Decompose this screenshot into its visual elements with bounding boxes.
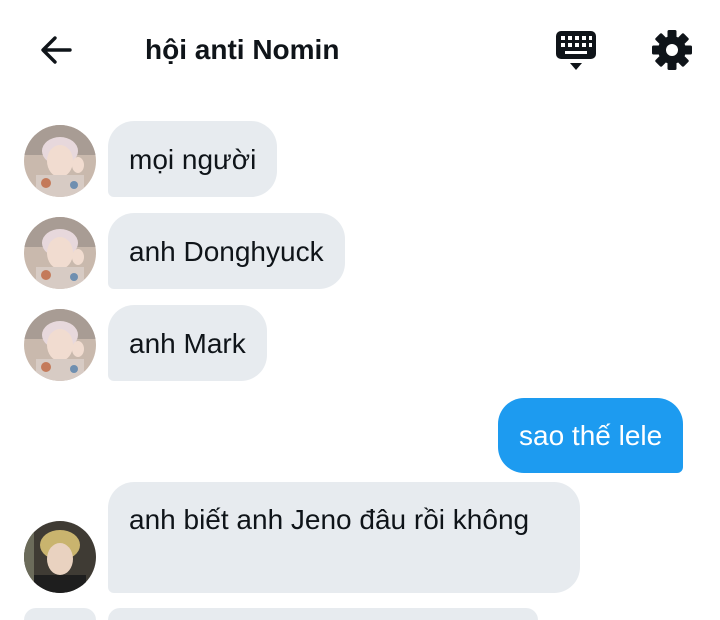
conversation-title: hội anti Nomin — [145, 34, 340, 65]
message-text: anh biết anh Jeno đâu rồi không — [129, 504, 530, 535]
keyboard-icon — [556, 31, 596, 70]
chat-header: hội anti Nomin — [0, 0, 720, 100]
message-text: sao thế lele — [519, 420, 663, 451]
sender-avatar[interactable] — [24, 521, 96, 593]
keyboard-button[interactable] — [552, 28, 600, 74]
avatar-photo — [24, 309, 96, 381]
message-bubble[interactable]: anh Donghyuck — [108, 213, 345, 289]
message-bubble[interactable]: anh Mark — [108, 305, 267, 381]
message-text: anh Donghyuck — [129, 235, 324, 267]
sender-avatar[interactable] — [24, 309, 96, 381]
message-bubble-outgoing[interactable]: sao thế lele — [498, 398, 684, 473]
gear-icon — [652, 30, 692, 70]
message-bubble[interactable]: anh biết anh Jeno đâu rồi không — [108, 482, 580, 593]
sender-avatar[interactable] — [24, 125, 96, 197]
partial-avatar — [24, 608, 96, 620]
back-button[interactable] — [34, 30, 78, 70]
sender-avatar[interactable] — [24, 217, 96, 289]
avatar-photo — [24, 521, 96, 593]
message-text: mọi người — [129, 143, 257, 175]
partial-message-bubble — [108, 608, 538, 620]
avatar-photo — [24, 217, 96, 289]
message-bubble[interactable]: mọi người — [108, 121, 278, 197]
avatar-photo — [24, 125, 96, 197]
arrow-left-icon — [41, 36, 72, 64]
settings-button[interactable] — [650, 28, 694, 72]
message-text: anh Mark — [129, 327, 246, 359]
